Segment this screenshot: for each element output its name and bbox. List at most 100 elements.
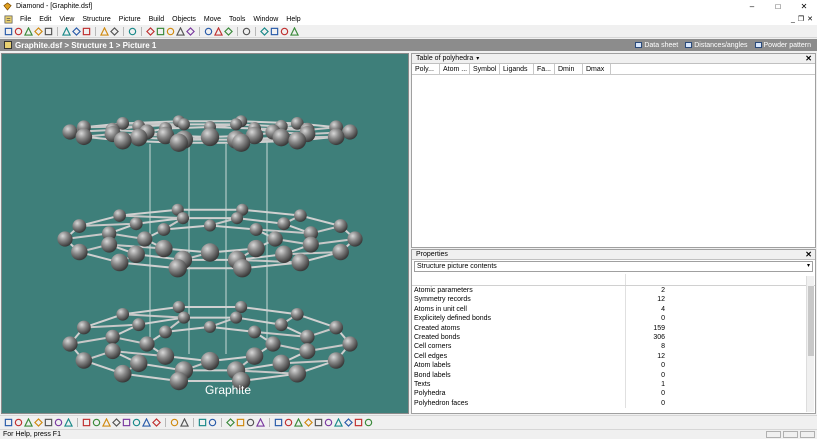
redo-icon[interactable] [110,26,119,36]
carbon-atom[interactable] [113,364,132,383]
delete-atoms-icon[interactable] [204,27,213,36]
atoms-icon[interactable] [14,418,23,427]
pan-icon[interactable] [280,27,289,36]
image-icon[interactable] [112,417,121,427]
mdi-restore-button[interactable]: ❐ [798,15,804,23]
carbon-atom[interactable] [230,118,243,131]
mdi-close-button[interactable]: ✕ [807,15,813,23]
moon-icon[interactable] [102,417,111,427]
carbon-atom[interactable] [157,222,171,236]
fit-icon[interactable] [290,26,299,36]
property-row[interactable]: Atomic parameters 2 [412,286,815,296]
carbon-atom[interactable] [299,343,316,360]
carbon-atom[interactable] [156,347,175,365]
mdi-minimize-button[interactable]: _ [791,16,795,23]
carbon-atom[interactable] [277,217,291,231]
column-header[interactable]: Dmax [583,64,611,74]
carbon-atom[interactable] [129,354,148,373]
carbon-atom[interactable] [169,371,189,391]
carbon-atom[interactable] [274,318,288,332]
carbon-atom[interactable] [291,253,310,272]
save-icon[interactable] [24,26,33,36]
paste-icon[interactable] [82,27,91,36]
carbon-atom[interactable] [288,364,307,383]
close-icon[interactable]: ✕ [805,250,812,259]
bond[interactable] [122,313,184,319]
carbon-atom[interactable] [235,300,248,313]
carbon-atom[interactable] [327,352,345,369]
cut-icon[interactable] [62,26,71,36]
carbon-atom[interactable] [110,253,129,272]
menu-tools[interactable]: Tools [225,16,249,23]
carbon-atom[interactable] [332,243,349,261]
zoom-icon[interactable] [260,26,269,36]
carbon-atom[interactable] [169,133,189,152]
property-row[interactable]: Explicitely defined bonds 0 [412,314,815,324]
layout-icon[interactable] [208,418,217,427]
property-row[interactable]: Bond labels 0 [412,370,815,380]
chevron-down-icon[interactable]: ▾ [807,262,810,269]
crosshair-icon[interactable] [304,417,313,427]
table-icon[interactable] [186,26,195,36]
property-row[interactable]: Cell corners 8 [412,342,815,352]
diamond-icon[interactable] [132,418,141,427]
carbon-atom[interactable] [272,128,291,147]
crystal-icon[interactable] [142,417,151,427]
carbon-atom[interactable] [248,325,262,339]
move-icon[interactable] [284,418,293,427]
bond[interactable] [119,208,178,217]
carbon-atom[interactable] [267,231,283,247]
property-row[interactable]: Polyhedron faces 0 [412,398,815,409]
maximize-button[interactable]: □ [765,0,791,13]
carbon-atom[interactable] [158,325,172,339]
column-header[interactable]: Symbol [470,64,500,74]
lasso-icon[interactable] [166,27,175,36]
minimize-button[interactable]: – [739,0,765,13]
measure-icon[interactable] [246,418,255,427]
carbon-atom[interactable] [104,343,121,360]
carbon-atom[interactable] [290,307,304,321]
carbon-atom[interactable] [247,239,265,258]
menu-file[interactable]: File [16,16,35,23]
carbon-atom[interactable] [72,219,87,233]
print-icon[interactable] [44,27,53,36]
menu-picture[interactable]: Picture [115,16,145,23]
property-row[interactable]: Atoms in unit cell 4 [412,304,815,315]
carbon-atom[interactable] [172,300,185,313]
column-header[interactable]: Poly... [412,64,440,74]
render-icon[interactable] [146,26,155,36]
bond[interactable] [119,214,184,220]
print-preview-icon[interactable] [34,26,43,36]
color-icon[interactable] [82,418,91,427]
carbon-atom[interactable] [155,239,173,258]
property-row[interactable]: Symmetry records 12 [412,295,815,305]
carbon-atom[interactable] [233,259,252,278]
render-mode-icon[interactable] [180,417,189,427]
carbon-atom[interactable] [168,259,187,278]
carbon-atom[interactable] [342,336,358,352]
column-header[interactable]: Ligands [500,64,534,74]
rotate-icon[interactable] [270,27,279,36]
carbon-atom[interactable] [288,131,307,150]
property-row[interactable]: Texts 1 [412,379,815,390]
select-icon[interactable] [4,418,13,427]
structure-viewport[interactable]: Graphite [1,53,409,414]
tab-distances-angles[interactable]: Distances/angles [685,42,748,49]
bonds-icon[interactable] [24,417,33,427]
menu-view[interactable]: View [55,16,78,23]
carbon-atom[interactable] [302,236,319,253]
carbon-atom[interactable] [132,318,146,332]
zoom-fit-icon[interactable] [314,418,323,427]
property-row[interactable]: Created atoms 159 [412,323,815,333]
open-icon[interactable] [14,27,23,36]
carbon-atom[interactable] [129,128,148,147]
menu-move[interactable]: Move [200,16,225,23]
menu-edit[interactable]: Edit [35,16,55,23]
graphite-structure[interactable] [2,54,409,414]
paste-view-icon[interactable] [364,418,373,427]
arrow-dropdown-icon[interactable] [152,417,161,427]
carbon-atom[interactable] [76,320,91,335]
dropdown-arrow-icon[interactable]: ▾ [476,55,479,62]
tab-powder-pattern[interactable]: Powder pattern [754,42,811,49]
carbon-atom[interactable] [230,212,244,225]
